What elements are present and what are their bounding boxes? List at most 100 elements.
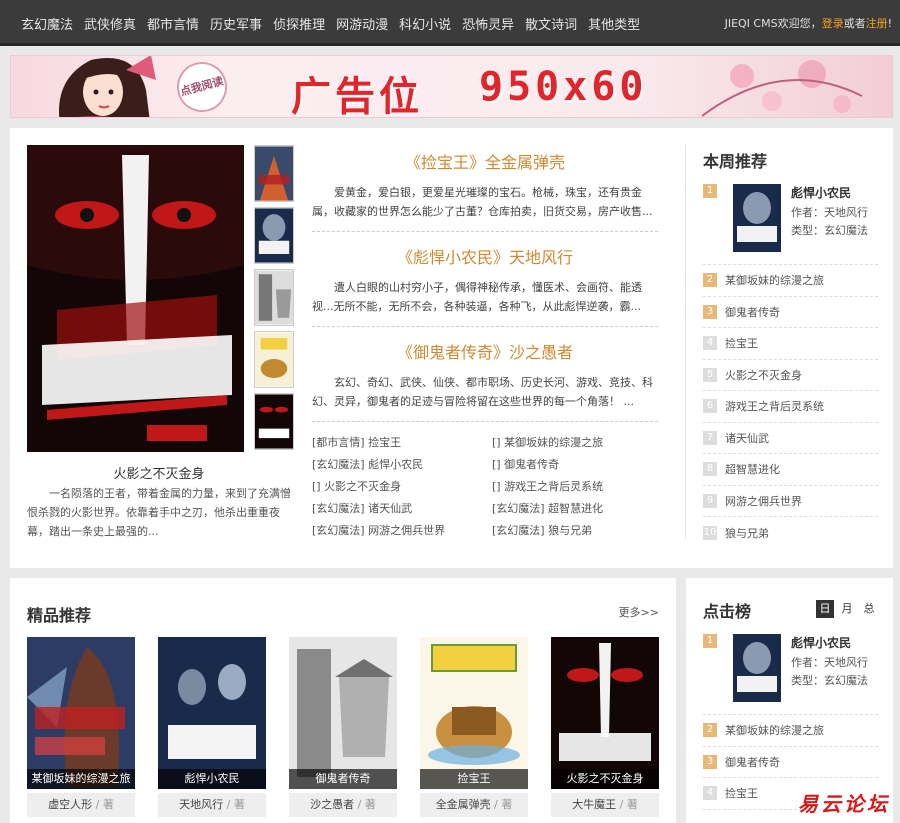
ranking-top-item[interactable]: 1 彪悍小农民 作者：天地风行 类型：玄幻魔法 xyxy=(703,176,878,265)
ranking-item-name[interactable]: 某御坂妹的综漫之旅 xyxy=(725,722,824,738)
nav-link-dushi[interactable]: 都市言情 xyxy=(147,14,199,33)
author-name[interactable]: 全金属弹壳 xyxy=(436,798,491,811)
author-name[interactable]: 沙之愚者 xyxy=(310,798,354,811)
section-divider xyxy=(685,145,686,539)
ranking-item[interactable]: 7诸天仙武 xyxy=(703,423,878,455)
ranking-item-name[interactable]: 诸天仙武 xyxy=(725,430,769,446)
ranking-item-name[interactable]: 御鬼者传奇 xyxy=(725,754,780,770)
ranking-item-name[interactable]: 网游之佣兵世界 xyxy=(725,493,802,509)
register-link[interactable]: 注册 xyxy=(866,15,888,31)
ranking-item-name[interactable]: 狼与兄弟 xyxy=(725,525,769,541)
book-cover[interactable]: 彪悍小农民 xyxy=(158,637,266,789)
book-cover[interactable]: 捡宝王 xyxy=(420,637,528,789)
book-link[interactable]: [玄幻魔法] 诸天仙武 xyxy=(312,500,492,516)
banner-ad-text: 广告位 xyxy=(291,64,423,118)
ranking-item-name[interactable]: 捡宝王 xyxy=(725,785,758,801)
ranking-top-type: 类型：玄幻魔法 xyxy=(791,672,868,690)
ranking-top-cover[interactable] xyxy=(733,634,781,702)
book-link[interactable]: [玄幻魔法] 网游之佣兵世界 xyxy=(312,522,492,538)
book-link[interactable]: [玄幻魔法] 彪悍小农民 xyxy=(312,456,492,472)
banner-girl-illustration xyxy=(41,55,161,118)
nav-link-zhentan[interactable]: 侦探推理 xyxy=(273,14,325,33)
ranking-item-name[interactable]: 超智慧进化 xyxy=(725,461,780,477)
rank-number: 4 xyxy=(703,786,717,800)
ranking-item[interactable]: 2某御坂妹的综漫之旅 xyxy=(703,265,878,297)
book-link[interactable]: [] 御鬼者传奇 xyxy=(492,456,658,472)
book-link[interactable]: [] 游戏王之背后灵系统 xyxy=(492,478,658,494)
ranking-item-name[interactable]: 某御坂妹的综漫之旅 xyxy=(725,272,824,288)
ranking-item[interactable]: 10狼与兄弟 xyxy=(703,517,878,549)
feature-book-title[interactable]: 火影之不灭金身 xyxy=(27,463,291,482)
ranking-item[interactable]: 3御鬼者传奇 xyxy=(703,297,878,329)
ranking-item[interactable]: 5火影之不灭金身 xyxy=(703,360,878,392)
login-link[interactable]: 登录 xyxy=(822,15,844,31)
thumb-cover-1[interactable] xyxy=(254,145,294,202)
ranking-item[interactable]: 4捡宝王 xyxy=(703,328,878,360)
book-cover[interactable]: 某御坂妹的综漫之旅 xyxy=(27,637,135,789)
nav-link-kehuan[interactable]: 科幻小说 xyxy=(399,14,451,33)
ranking-item[interactable]: 2某御坂妹的综漫之旅 xyxy=(703,715,878,747)
book-cover[interactable]: 火影之不灭金身 xyxy=(551,637,659,789)
book-card[interactable]: 火影之不灭金身 大牛魔王 / 著 xyxy=(551,637,659,817)
featured-section: 火影之不灭金身 一名陨落的王者，带着金属的力量，来到了充满憎恨杀戮的火影世界。依… xyxy=(10,128,893,568)
feature-book-cover[interactable] xyxy=(27,145,244,452)
ranking-item-name[interactable]: 御鬼者传奇 xyxy=(725,304,780,320)
book-link[interactable]: [玄幻魔法] 超智慧进化 xyxy=(492,500,658,516)
book-card[interactable]: 捡宝王 全金属弹壳 / 著 xyxy=(420,637,528,817)
nav-link-sanwen[interactable]: 散文诗词 xyxy=(525,14,577,33)
more-link[interactable]: 更多>> xyxy=(619,604,659,620)
book-card[interactable]: 某御坂妹的综漫之旅 虚空人形 / 著 xyxy=(27,637,135,817)
book-cover-art xyxy=(420,637,528,789)
book-cover[interactable]: 御鬼者传奇 xyxy=(289,637,397,789)
book-link[interactable]: [都市言情] 捡宝王 xyxy=(312,434,492,450)
banner-badge: 点我阅读 xyxy=(171,56,232,117)
thumb-cover-2[interactable] xyxy=(254,207,294,264)
nav-link-qita[interactable]: 其他类型 xyxy=(588,14,640,33)
ranking-item[interactable]: 8 超智慧进化 xyxy=(703,454,878,486)
ranking-top-name[interactable]: 彪悍小农民 xyxy=(791,184,868,202)
book-link[interactable]: [] 某御坂妹的综漫之旅 xyxy=(492,434,658,450)
ranking-item[interactable]: 6游戏王之背后灵系统 xyxy=(703,391,878,423)
article-item: 《御鬼者传奇》沙之愚者 玄幻、奇幻、武侠、仙侠、都市职场、历史长河、游戏、竞技、… xyxy=(312,339,658,422)
article-title[interactable]: 《御鬼者传奇》沙之愚者 xyxy=(312,339,658,363)
ranking-item-name[interactable]: 捡宝王 xyxy=(725,335,758,351)
ranking-item[interactable]: 9网游之佣兵世界 xyxy=(703,486,878,518)
click-ranking-header: 点击榜 日 月 总 xyxy=(703,598,878,626)
book-caption: 御鬼者传奇 xyxy=(289,769,397,789)
article-title[interactable]: 《捡宝王》全金属弹壳 xyxy=(312,149,658,173)
author-name[interactable]: 天地风行 xyxy=(179,798,223,811)
user-welcome: JIEQI CMS欢迎您， 登录 或者 注册 ! xyxy=(725,0,892,46)
ranking-top-item[interactable]: 1 彪悍小农民 作者：天地风行 类型：玄幻魔法 xyxy=(703,626,878,715)
ranking-item-name[interactable]: 游戏王之背后灵系统 xyxy=(725,398,824,414)
article-summary: 玄幻、奇幻、武侠、仙侠、都市职场、历史长河、游戏、竞技、科幻、灵异，御鬼者的足迹… xyxy=(312,373,658,411)
thumb-cover-3[interactable] xyxy=(254,269,294,326)
nav-link-wuxia[interactable]: 武侠修真 xyxy=(84,14,136,33)
thumb-cover-4[interactable] xyxy=(254,331,294,388)
book-link[interactable]: [玄幻魔法] 狼与兄弟 xyxy=(492,522,658,538)
ranking-item-name[interactable]: 火影之不灭金身 xyxy=(725,367,802,383)
nav-link-wangyou[interactable]: 网游动漫 xyxy=(336,14,388,33)
top-nav: 玄幻魔法 武侠修真 都市言情 历史军事 侦探推理 网游动漫 科幻小说 恐怖灵异 … xyxy=(0,0,900,46)
nav-link-lishi[interactable]: 历史军事 xyxy=(210,14,262,33)
tab-month[interactable]: 月 xyxy=(838,600,856,618)
ad-banner[interactable]: 点我阅读 广告位 950x60 xyxy=(10,55,893,118)
nav-link-xuanhuan[interactable]: 玄幻魔法 xyxy=(21,14,73,33)
rank-number: 1 xyxy=(703,184,717,198)
banner-ad-size: 950x60 xyxy=(479,64,648,110)
tab-day[interactable]: 日 xyxy=(816,600,834,618)
book-card[interactable]: 彪悍小农民 天地风行 / 著 xyxy=(158,637,266,817)
article-title[interactable]: 《彪悍小农民》天地风行 xyxy=(312,244,658,268)
author-name[interactable]: 虚空人形 xyxy=(48,798,92,811)
tab-total[interactable]: 总 xyxy=(860,600,878,618)
book-cover-art xyxy=(158,637,266,789)
nav-link-kongbu[interactable]: 恐怖灵异 xyxy=(462,14,514,33)
ranking-top-name[interactable]: 彪悍小农民 xyxy=(791,634,868,652)
book-cover-art xyxy=(551,637,659,789)
ranking-item[interactable]: 3御鬼者传奇 xyxy=(703,747,878,779)
author-name[interactable]: 大牛魔王 xyxy=(572,798,616,811)
rank-number: 8 xyxy=(703,462,717,476)
book-card[interactable]: 御鬼者传奇 沙之愚者 / 著 xyxy=(289,637,397,817)
book-link[interactable]: [] 火影之不灭金身 xyxy=(312,478,492,494)
ranking-top-cover[interactable] xyxy=(733,184,781,252)
thumb-cover-5[interactable] xyxy=(254,393,294,450)
